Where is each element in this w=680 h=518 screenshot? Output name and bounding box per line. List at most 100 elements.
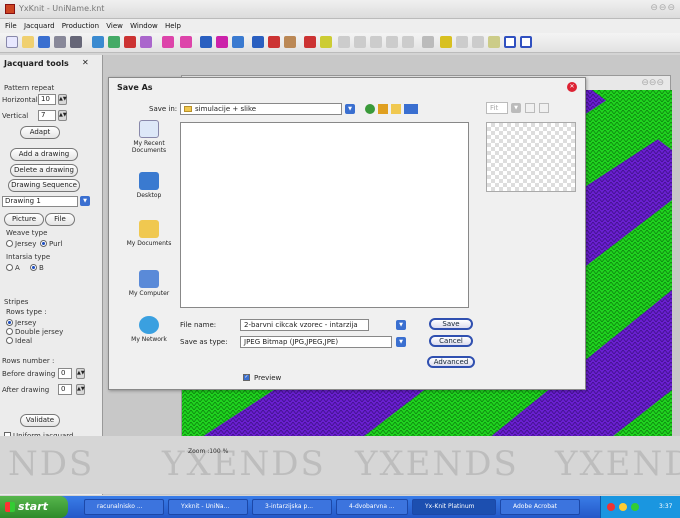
save-icon[interactable]: [38, 36, 50, 48]
drawing-select[interactable]: Drawing 1: [2, 196, 78, 207]
file-name-dropdown-icon[interactable]: ▼: [396, 320, 406, 330]
file-list[interactable]: [180, 122, 469, 308]
rows-jersey-label: Jersey: [15, 319, 37, 327]
before-drawing-stepper[interactable]: ▲▼: [76, 368, 85, 379]
taskbar-item-5[interactable]: Yx-Knit Platinum: [412, 499, 496, 515]
tray-icon-1[interactable]: [607, 503, 615, 511]
layout-icon[interactable]: [488, 36, 500, 48]
logo-band: NDS YXENDS YXENDS YXENDS: [0, 436, 680, 494]
bulb-icon[interactable]: [320, 36, 332, 48]
option-a-radio[interactable]: [6, 264, 13, 271]
taskbar-item-3[interactable]: 3-intarzijska p...: [252, 499, 332, 515]
tray-icon-2[interactable]: [619, 503, 627, 511]
pencil-icon[interactable]: [124, 36, 136, 48]
select-icon[interactable]: [284, 36, 296, 48]
tile-icon[interactable]: [520, 36, 532, 48]
save-as-type-select[interactable]: JPEG Bitmap (JPG,JPEG,JPE): [240, 336, 392, 348]
rows-jersey-radio[interactable]: [6, 319, 13, 326]
new-icon[interactable]: [6, 36, 18, 48]
save-in-dropdown-icon[interactable]: ▼: [345, 104, 355, 114]
up-folder-icon[interactable]: [378, 104, 388, 114]
drawing-sequence-button[interactable]: Drawing Sequence: [8, 179, 80, 192]
tool-disabled-8-icon: [472, 36, 484, 48]
place-my-network[interactable]: My Network: [119, 316, 179, 343]
mirror-icon[interactable]: [252, 36, 264, 48]
menu-window[interactable]: Window: [130, 22, 158, 30]
dialog-close-icon[interactable]: ✕: [567, 82, 577, 92]
rectangle-icon[interactable]: [216, 36, 228, 48]
open-icon[interactable]: [22, 36, 34, 48]
delete-drawing-button[interactable]: Delete a drawing: [10, 164, 78, 177]
taskbar-item-2[interactable]: Yxknit - UniNa...: [168, 499, 248, 515]
spray-icon[interactable]: [180, 36, 192, 48]
window-controls[interactable]: ⊖⊖⊖: [650, 3, 676, 13]
place-desktop[interactable]: Desktop: [119, 172, 179, 199]
taskbar-item-4[interactable]: 4-dvobarvna ...: [336, 499, 408, 515]
rotate-icon[interactable]: [268, 36, 280, 48]
drawing-select-dropdown-icon[interactable]: ▼: [80, 196, 90, 206]
tool-disabled-2-icon: [354, 36, 366, 48]
close-icon[interactable]: ✕: [82, 58, 89, 67]
jersey-radio[interactable]: [6, 240, 13, 247]
save-in-select[interactable]: simulacije + slike: [180, 103, 342, 115]
purl-radio[interactable]: [40, 240, 47, 247]
file-name-input[interactable]: 2-barvni cikcak vzorec - intarzija: [240, 319, 369, 331]
back-icon[interactable]: [365, 104, 375, 114]
line-icon[interactable]: [200, 36, 212, 48]
vertical-stepper[interactable]: ▲▼: [58, 110, 67, 121]
system-tray: 3:37: [600, 496, 680, 518]
menu-help[interactable]: Help: [165, 22, 181, 30]
place-my-documents[interactable]: My Documents: [119, 220, 179, 247]
after-drawing-input[interactable]: 0: [58, 384, 72, 395]
menu-production[interactable]: Production: [62, 22, 99, 30]
app-icon: [5, 4, 15, 14]
file-button[interactable]: File: [45, 213, 75, 226]
views-menu-icon[interactable]: [404, 104, 418, 114]
advanced-button[interactable]: Advanced: [427, 356, 475, 368]
horizontal-stepper[interactable]: ▲▼: [58, 94, 67, 105]
vertical-input[interactable]: 7: [38, 110, 56, 121]
rows-double-jersey-radio[interactable]: [6, 328, 13, 335]
place-my-computer[interactable]: My Computer: [119, 270, 179, 297]
adapt-button[interactable]: Adapt: [20, 126, 60, 139]
save-button[interactable]: Save: [429, 318, 473, 330]
tray-icon-3[interactable]: [631, 503, 639, 511]
grid-icon[interactable]: [92, 36, 104, 48]
horizontal-input[interactable]: 10: [38, 94, 56, 105]
validate-button[interactable]: Validate: [20, 414, 60, 427]
start-button[interactable]: start: [0, 496, 68, 518]
vertical-label: Vertical: [2, 112, 29, 120]
print-preview-icon[interactable]: [70, 36, 82, 48]
zoom-icon[interactable]: [440, 36, 452, 48]
save-as-type-dropdown-icon[interactable]: ▼: [396, 337, 406, 347]
eyedropper-icon[interactable]: [304, 36, 316, 48]
before-drawing-input[interactable]: 0: [58, 368, 72, 379]
preview-checkbox[interactable]: ✓: [243, 374, 250, 381]
preview-full-icon: [539, 103, 549, 113]
add-drawing-button[interactable]: Add a drawing: [10, 148, 78, 161]
option-b-radio[interactable]: [30, 264, 37, 271]
fill-icon[interactable]: [162, 36, 174, 48]
new-folder-icon[interactable]: [391, 104, 401, 114]
taskbar-item-6[interactable]: Adobe Acrobat: [500, 499, 580, 515]
menu-jacquard[interactable]: Jacquard: [24, 22, 55, 30]
window-icon[interactable]: [504, 36, 516, 48]
save-as-type-label: Save as type:: [180, 338, 228, 346]
brush-icon[interactable]: [140, 36, 152, 48]
menu-view[interactable]: View: [106, 22, 123, 30]
ellipse-icon[interactable]: [232, 36, 244, 48]
place-recent-documents[interactable]: My Recent Documents: [119, 120, 179, 154]
picture-button[interactable]: Picture: [4, 213, 44, 226]
print-icon[interactable]: [54, 36, 66, 48]
stripes-label: Stripes: [4, 298, 29, 306]
color-icon[interactable]: [108, 36, 120, 48]
clock[interactable]: 3:37: [659, 503, 672, 510]
option-a-label: A: [15, 264, 20, 272]
taskbar-item-1[interactable]: racunalnisko ...: [84, 499, 164, 515]
document-window-controls[interactable]: ⊖⊖⊖: [641, 78, 664, 88]
tool-disabled-3-icon: [370, 36, 382, 48]
menu-file[interactable]: File: [5, 22, 17, 30]
cancel-button[interactable]: Cancel: [429, 335, 473, 347]
rows-ideal-radio[interactable]: [6, 337, 13, 344]
after-drawing-stepper[interactable]: ▲▼: [76, 384, 85, 395]
